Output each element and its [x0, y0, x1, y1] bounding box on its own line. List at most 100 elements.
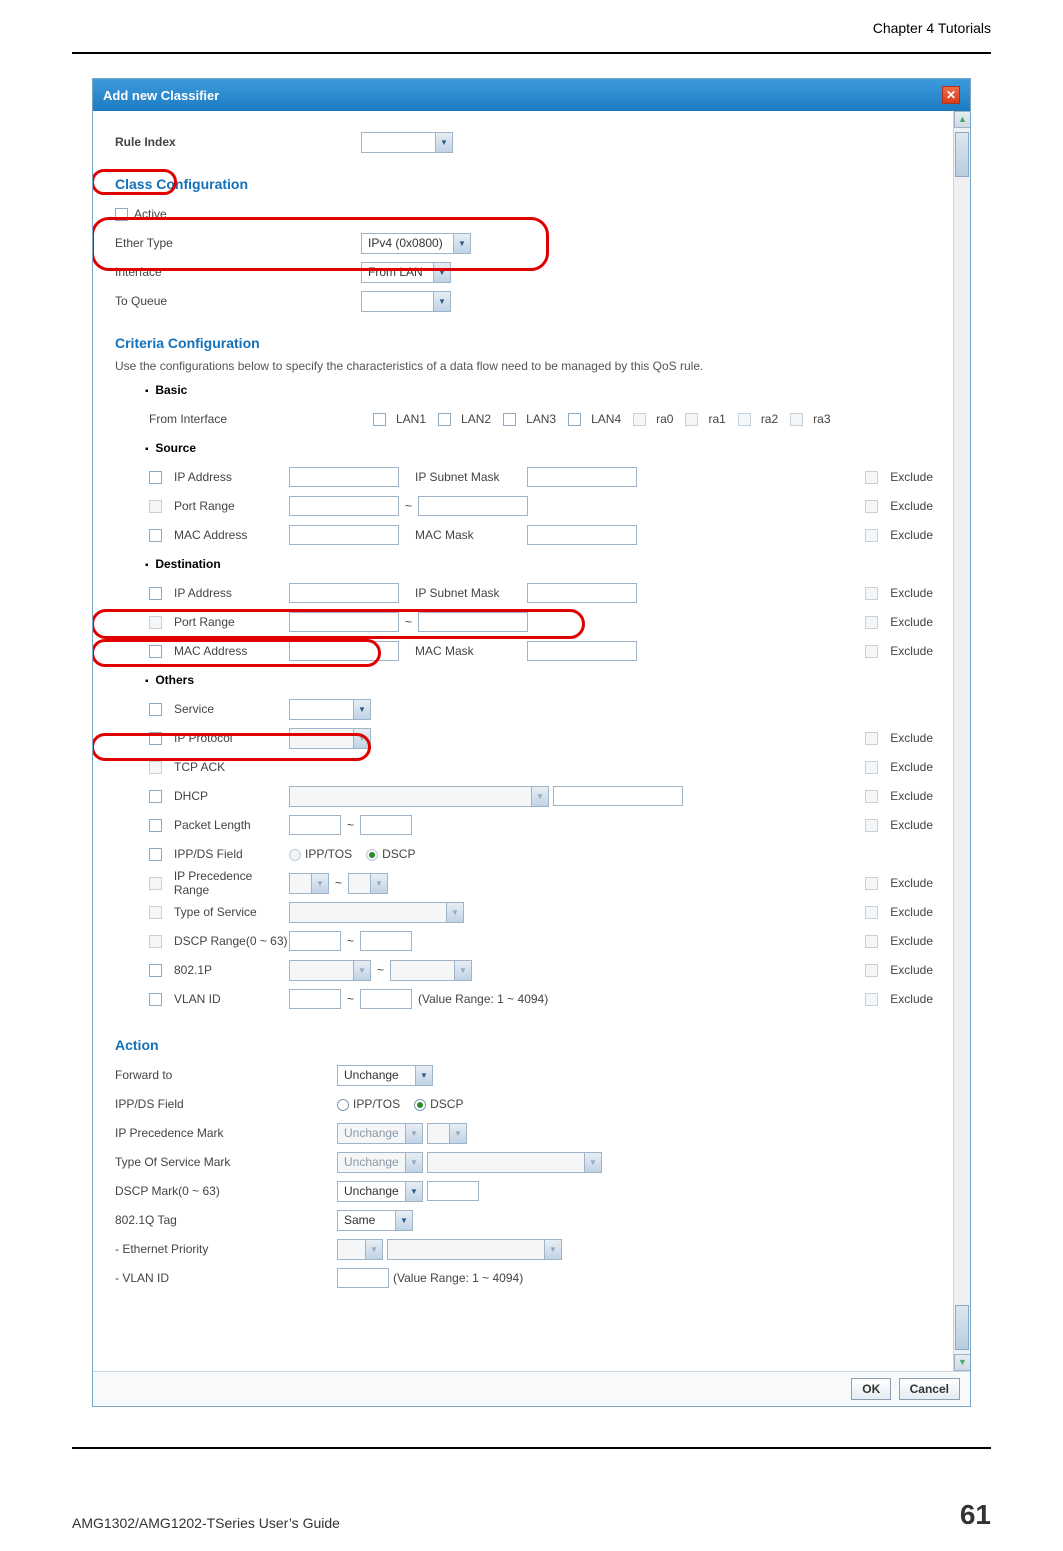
rule-index-select[interactable]: ▼ — [361, 132, 453, 153]
ippds-checkbox[interactable] — [149, 848, 162, 861]
tos-mark-select[interactable]: Unchange▼ — [337, 1152, 423, 1173]
interface-checkbox-LAN1[interactable] — [373, 413, 386, 426]
8021p-checkbox[interactable] — [149, 964, 162, 977]
vertical-scrollbar[interactable]: ▲ ▼ — [953, 111, 970, 1371]
interface-checkbox-ra1[interactable] — [685, 413, 698, 426]
action-ipptos-radio[interactable] — [337, 1099, 349, 1111]
dhcp-checkbox[interactable] — [149, 790, 162, 803]
src-ip-checkbox[interactable] — [149, 471, 162, 484]
packet-length-from[interactable] — [289, 815, 341, 835]
dst-port-checkbox[interactable] — [149, 616, 162, 629]
tos-mark-select2[interactable]: ▼ — [427, 1152, 602, 1173]
tcp-ack-checkbox[interactable] — [149, 761, 162, 774]
tcp-ack-exclude-checkbox[interactable] — [865, 761, 878, 774]
service-select[interactable]: ▼ — [289, 699, 371, 720]
dst-mac-input[interactable] — [289, 641, 399, 661]
src-macmask-input[interactable] — [527, 525, 637, 545]
scroll-up-icon[interactable]: ▲ — [954, 111, 970, 128]
action-dscp-radio[interactable] — [414, 1099, 426, 1111]
eth-priority-select2[interactable]: ▼ — [387, 1239, 562, 1260]
scrollbar-thumb-bottom[interactable] — [955, 1305, 969, 1350]
dhcp-select[interactable]: ▼ — [289, 786, 549, 807]
dscp-to-input[interactable] — [360, 931, 412, 951]
ip-protocol-select[interactable]: ▼ — [289, 728, 371, 749]
dhcp-exclude-checkbox[interactable] — [865, 790, 878, 803]
dst-ip-exclude-checkbox[interactable] — [865, 587, 878, 600]
interface-checkbox-ra2[interactable] — [738, 413, 751, 426]
src-port-checkbox[interactable] — [149, 500, 162, 513]
8021q-tag-select[interactable]: Same▼ — [337, 1210, 413, 1231]
action-vlan-id-input[interactable] — [337, 1268, 389, 1288]
src-mac-checkbox[interactable] — [149, 529, 162, 542]
cancel-button[interactable]: Cancel — [899, 1378, 960, 1400]
dst-macmask-input[interactable] — [527, 641, 637, 661]
ether-type-select[interactable]: IPv4 (0x0800) ▼ — [361, 233, 471, 254]
interface-checkbox-LAN4[interactable] — [568, 413, 581, 426]
vlan-id-checkbox[interactable] — [149, 993, 162, 1006]
dscp-mark-input[interactable] — [427, 1181, 479, 1201]
interface-checkbox-ra3[interactable] — [790, 413, 803, 426]
forward-to-select[interactable]: Unchange▼ — [337, 1065, 433, 1086]
ip-precedence-to-select[interactable]: ▼ — [348, 873, 388, 894]
dhcp-value-input[interactable] — [553, 786, 683, 806]
ipptos-radio[interactable] — [289, 849, 301, 861]
src-ip-exclude-checkbox[interactable] — [865, 471, 878, 484]
8021p-to-select[interactable]: ▼ — [390, 960, 472, 981]
active-checkbox[interactable] — [115, 208, 128, 221]
vlan-from-input[interactable] — [289, 989, 341, 1009]
ip-precedence-from-select[interactable]: ▼ — [289, 873, 329, 894]
eth-priority-select[interactable]: ▼ — [337, 1239, 383, 1260]
src-subnet-input[interactable] — [527, 467, 637, 487]
src-mac-exclude-checkbox[interactable] — [865, 529, 878, 542]
ip-precedence-mark-select[interactable]: Unchange▼ — [337, 1123, 423, 1144]
interface-select[interactable]: From LAN ▼ — [361, 262, 451, 283]
dscp-range-checkbox[interactable] — [149, 935, 162, 948]
dscp-mark-select[interactable]: Unchange▼ — [337, 1181, 423, 1202]
dscp-from-input[interactable] — [289, 931, 341, 951]
ip-protocol-exclude-checkbox[interactable] — [865, 732, 878, 745]
dst-port-exclude-checkbox[interactable] — [865, 616, 878, 629]
packet-length-to[interactable] — [360, 815, 412, 835]
close-icon[interactable]: ✕ — [942, 86, 960, 104]
packet-length-exclude-checkbox[interactable] — [865, 819, 878, 832]
tos-exclude-checkbox[interactable] — [865, 906, 878, 919]
dscp-radio[interactable] — [366, 849, 378, 861]
dst-port-row: Port Range ~ Exclude — [149, 608, 947, 636]
dst-port-from-input[interactable] — [289, 612, 399, 632]
src-port-exclude-checkbox[interactable] — [865, 500, 878, 513]
vlan-to-input[interactable] — [360, 989, 412, 1009]
8021p-from-select[interactable]: ▼ — [289, 960, 371, 981]
scroll-down-icon[interactable]: ▼ — [954, 1354, 970, 1371]
dscp-exclude-checkbox[interactable] — [865, 935, 878, 948]
tos-checkbox[interactable] — [149, 906, 162, 919]
interface-value: From LAN — [362, 265, 433, 279]
interface-checkbox-LAN3[interactable] — [503, 413, 516, 426]
ok-button[interactable]: OK — [851, 1378, 891, 1400]
src-port-from-input[interactable] — [289, 496, 399, 516]
interface-checkbox-ra0[interactable] — [633, 413, 646, 426]
src-port-to-input[interactable] — [418, 496, 528, 516]
src-mac-input[interactable] — [289, 525, 399, 545]
scrollbar-thumb[interactable] — [955, 132, 969, 177]
interface-checkbox-LAN2[interactable] — [438, 413, 451, 426]
tos-select[interactable]: ▼ — [289, 902, 464, 923]
interface-item-LAN2: LAN2 — [438, 412, 491, 426]
dst-mac-checkbox[interactable] — [149, 645, 162, 658]
dst-port-to-input[interactable] — [418, 612, 528, 632]
src-ip-input[interactable] — [289, 467, 399, 487]
ip-precedence-checkbox[interactable] — [149, 877, 162, 890]
src-macmask-label: MAC Mask — [415, 528, 527, 542]
8021p-exclude-checkbox[interactable] — [865, 964, 878, 977]
to-queue-select[interactable]: ▼ — [361, 291, 451, 312]
dst-mac-exclude-checkbox[interactable] — [865, 645, 878, 658]
service-checkbox[interactable] — [149, 703, 162, 716]
vlan-exclude-checkbox[interactable] — [865, 993, 878, 1006]
dst-ip-checkbox[interactable] — [149, 587, 162, 600]
dst-subnet-input[interactable] — [527, 583, 637, 603]
ip-precedence-exclude-checkbox[interactable] — [865, 877, 878, 890]
ip-protocol-checkbox[interactable] — [149, 732, 162, 745]
dst-ip-input[interactable] — [289, 583, 399, 603]
scrollbar-track[interactable] — [954, 128, 970, 1354]
packet-length-checkbox[interactable] — [149, 819, 162, 832]
ip-precedence-mark-select2[interactable]: ▼ — [427, 1123, 467, 1144]
